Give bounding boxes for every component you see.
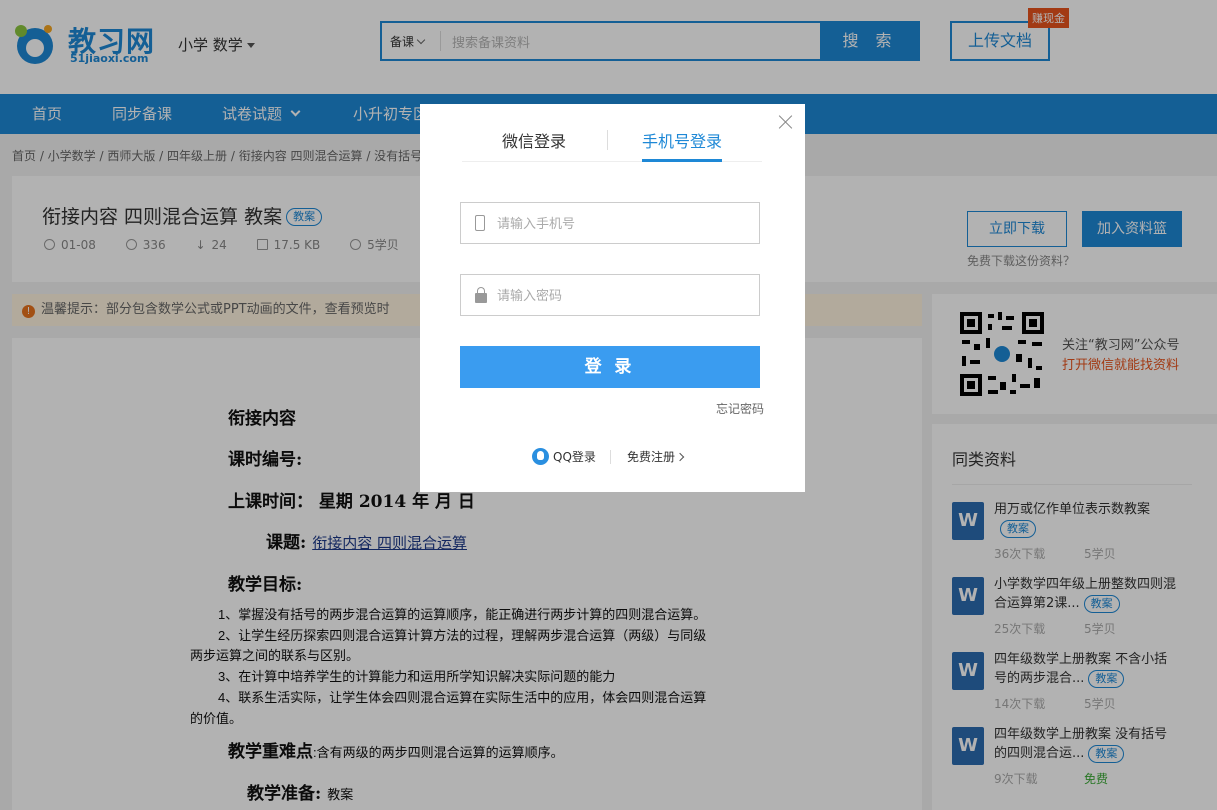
qq-login-link[interactable]: QQ登录 [532,448,596,465]
tab-phone-login[interactable]: 手机号登录 [642,128,723,162]
login-button[interactable]: 登 录 [460,346,760,388]
login-tabs: 微信登录 手机号登录 [462,128,762,162]
forgot-password-link[interactable]: 忘记密码 [716,400,764,417]
password-field [460,274,760,316]
qq-login-label: QQ登录 [553,450,596,464]
login-modal: 微信登录 手机号登录 登 录 忘记密码 QQ登录 免费注册 [420,104,805,492]
lock-icon [475,287,487,303]
divider [610,450,611,464]
phone-icon [475,215,485,231]
phone-field [460,202,760,244]
register-label: 免费注册 [627,450,676,464]
close-icon[interactable] [776,112,796,132]
qq-icon [532,448,549,465]
tab-wechat-login[interactable]: 微信登录 [502,128,566,162]
phone-input[interactable] [497,213,747,233]
tab-divider [607,130,608,150]
register-link[interactable]: 免费注册 [627,448,685,465]
password-input[interactable] [497,285,747,305]
chevron-right-icon [675,452,685,462]
